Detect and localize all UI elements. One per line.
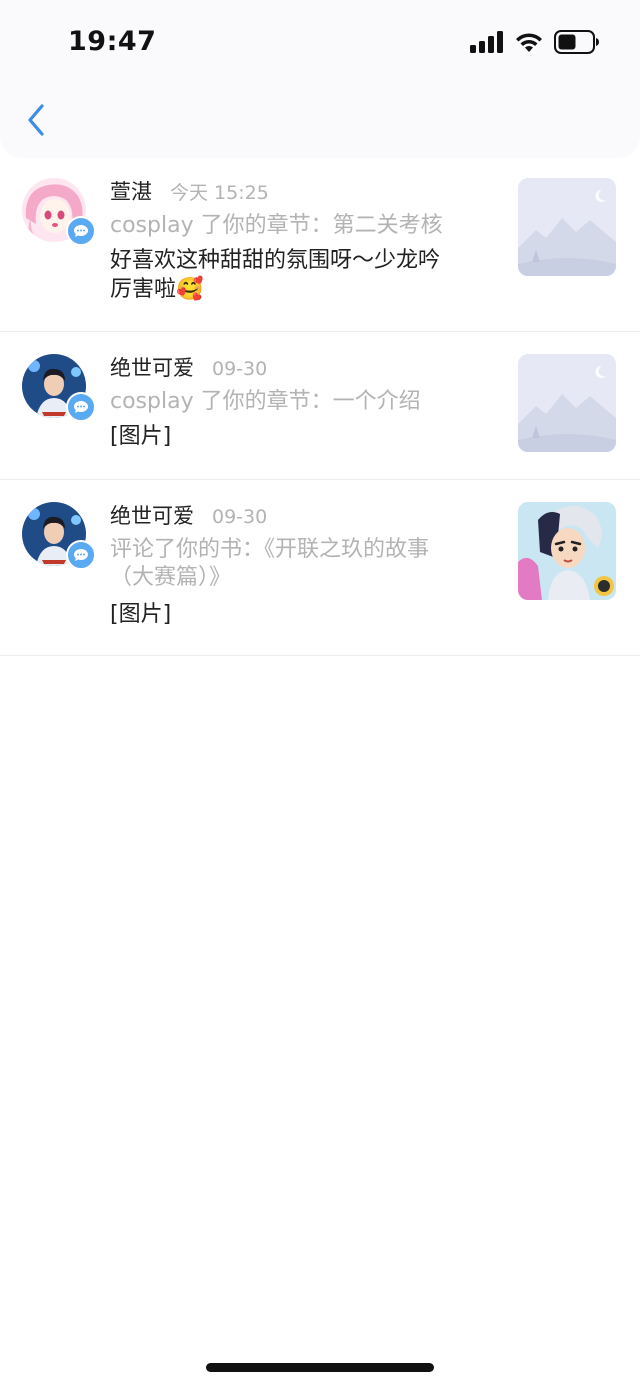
status-icons — [470, 30, 600, 54]
message-body: 好喜欢这种甜甜的氛围呀～少龙吟 厉害啦🥰 — [110, 246, 490, 304]
message-body-line: 好喜欢这种甜甜的氛围呀～少龙吟 — [110, 248, 441, 273]
activity-text: cosplay 了你的章节：一个介绍 — [110, 389, 421, 414]
message-time: 09-30 — [212, 506, 268, 528]
sender-name[interactable]: 绝世可爱 — [110, 500, 194, 530]
message-content: 绝世可爱 09-30 cosplay 了你的章节：一个介绍 [图片] — [110, 352, 490, 451]
battery-icon — [554, 30, 599, 54]
back-button[interactable] — [18, 100, 54, 140]
comment-bubble-icon — [74, 401, 88, 413]
message-body: [图片] — [110, 422, 490, 451]
placeholder-landscape-image — [518, 354, 616, 452]
activity-text: 评论了你的书：《开联之玖的故事 （大赛篇）》 — [110, 536, 490, 592]
wifi-icon — [516, 33, 542, 52]
chevron-left-icon — [28, 104, 44, 136]
avatar-container[interactable] — [22, 178, 96, 246]
comment-badge — [66, 540, 96, 570]
status-bar: 19:47 — [0, 0, 640, 80]
message-item[interactable]: 绝世可爱 09-30 cosplay 了你的章节：一个介绍 [图片] — [0, 332, 640, 480]
message-list: 萱湛 今天 15:25 cosplay 了你的章节：第二关考核 好喜欢这种甜甜的… — [0, 158, 640, 656]
activity-text: cosplay 了你的章节：第二关考核 — [110, 213, 443, 238]
cellular-signal-icon — [470, 31, 503, 53]
avatar-container[interactable] — [22, 502, 96, 570]
content-thumbnail[interactable] — [518, 354, 616, 452]
status-time: 19:47 — [68, 26, 157, 57]
message-body-line: [图片] — [110, 424, 172, 449]
message-body-line: 厉害啦🥰 — [110, 277, 204, 302]
activity-text-line: 评论了你的书：《开联之玖的故事 — [110, 537, 430, 562]
message-time: 09-30 — [212, 358, 268, 380]
message-item[interactable]: 萱湛 今天 15:25 cosplay 了你的章节：第二关考核 好喜欢这种甜甜的… — [0, 158, 640, 332]
comment-bubble-icon — [74, 549, 88, 561]
nav-bar — [0, 80, 640, 158]
placeholder-landscape-image — [518, 178, 616, 276]
message-body-line: [图片] — [110, 602, 172, 627]
message-item[interactable]: 绝世可爱 09-30 评论了你的书：《开联之玖的故事 （大赛篇）》 [图片] — [0, 480, 640, 656]
activity-text-line: （大赛篇）》 — [110, 565, 232, 590]
message-body: [图片] — [110, 600, 490, 629]
avatar-container[interactable] — [22, 354, 96, 422]
book-cover-image — [518, 502, 616, 600]
message-time: 今天 15:25 — [170, 182, 269, 204]
comment-badge — [66, 216, 96, 246]
sender-name[interactable]: 绝世可爱 — [110, 352, 194, 382]
comment-badge — [66, 392, 96, 422]
message-content: 萱湛 今天 15:25 cosplay 了你的章节：第二关考核 好喜欢这种甜甜的… — [110, 176, 490, 304]
content-thumbnail[interactable] — [518, 502, 616, 600]
message-content: 绝世可爱 09-30 评论了你的书：《开联之玖的故事 （大赛篇）》 [图片] — [110, 500, 490, 629]
comment-bubble-icon — [74, 225, 88, 237]
home-indicator[interactable] — [206, 1363, 434, 1372]
content-thumbnail[interactable] — [518, 178, 616, 276]
sender-name[interactable]: 萱湛 — [110, 176, 152, 206]
